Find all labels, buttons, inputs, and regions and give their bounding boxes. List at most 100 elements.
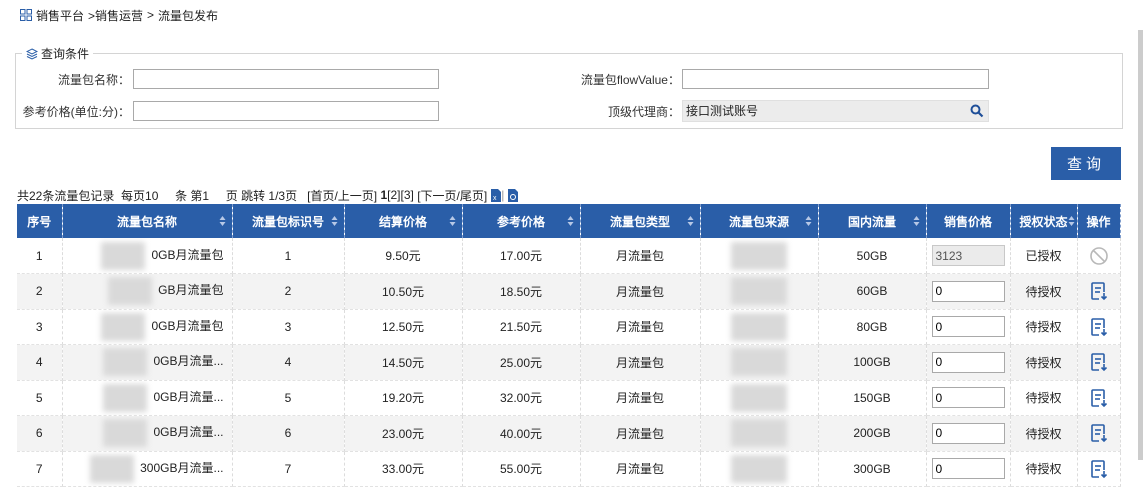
cell-type: 月流量包 <box>580 380 701 416</box>
cell-sale-price <box>926 415 1011 452</box>
cell-sale-price <box>926 451 1011 487</box>
col-domestic-flow[interactable]: 国内流量 <box>818 204 927 238</box>
sort-icon[interactable] <box>331 215 338 227</box>
sort-icon[interactable] <box>1068 215 1075 227</box>
sort-icon[interactable] <box>913 215 920 227</box>
cell-id: 4 <box>232 344 345 381</box>
sort-icon[interactable] <box>219 215 226 227</box>
col-auth-status[interactable]: 授权状态 <box>1010 204 1078 238</box>
cell-actions <box>1077 238 1121 274</box>
pager-current-page: 1 <box>380 188 388 202</box>
cell-settle-price: 12.50元 <box>344 309 463 345</box>
cell-source <box>700 380 819 416</box>
pager-jump[interactable]: 页 跳转 1/3页 <box>226 187 297 204</box>
redacted-block <box>101 312 146 341</box>
cell-type: 月流量包 <box>580 415 701 452</box>
cell-domestic-flow: 50GB <box>818 238 927 274</box>
ref-price-input[interactable] <box>133 101 439 121</box>
col-source[interactable]: 流量包来源 <box>700 204 819 238</box>
col-name[interactable]: 流量包名称 <box>62 204 233 238</box>
authorize-icon[interactable] <box>1089 352 1109 372</box>
cell-sale-price <box>926 238 1011 274</box>
cell-type: 月流量包 <box>580 273 701 310</box>
cell-name: 0GB月流量包 <box>62 238 233 274</box>
sort-icon[interactable] <box>687 215 694 227</box>
sale-price-input[interactable] <box>931 316 1005 338</box>
pager-page-links[interactable]: [2][3] <box>387 188 414 202</box>
query-legend-label: 查询条件 <box>41 47 90 61</box>
redacted-block <box>103 348 148 377</box>
scrollbar[interactable] <box>1138 30 1143 460</box>
col-ref-price[interactable]: 参考价格 <box>462 204 581 238</box>
pager-next-last[interactable]: [下一页/尾页] <box>417 187 487 204</box>
cell-settle-price: 9.50元 <box>344 238 463 274</box>
col-type[interactable]: 流量包类型 <box>580 204 701 238</box>
layers-icon <box>26 47 38 60</box>
cell-auth-status: 待授权 <box>1010 344 1078 381</box>
cell-id: 5 <box>232 380 345 416</box>
cell-sale-price <box>926 309 1011 345</box>
query-legend: 查询条件 <box>22 45 94 62</box>
redacted-block <box>731 383 787 412</box>
cell-source <box>700 451 819 487</box>
cell-ref-price: 32.00元 <box>462 380 581 416</box>
cell-domestic-flow: 300GB <box>818 451 927 487</box>
sort-icon[interactable] <box>449 215 456 227</box>
sale-price-input[interactable] <box>931 280 1005 302</box>
cell-sale-price <box>926 273 1011 310</box>
authorize-icon[interactable] <box>1089 388 1109 408</box>
cell-auth-status: 已授权 <box>1010 238 1078 274</box>
cell-actions <box>1077 451 1121 487</box>
cell-index: 2 <box>17 273 63 310</box>
authorize-icon[interactable] <box>1089 459 1109 479</box>
pager-total: 共22条流量包记录 <box>17 188 115 203</box>
pkg-name-input[interactable] <box>133 69 439 89</box>
redacted-block <box>731 241 787 270</box>
cell-type: 月流量包 <box>580 451 701 487</box>
breadcrumb-item-ops[interactable]: >销售运营 <box>88 7 143 24</box>
redacted-block <box>731 277 787 306</box>
flow-value-input[interactable] <box>682 69 989 89</box>
cell-type: 月流量包 <box>580 344 701 381</box>
cell-sale-price <box>926 380 1011 416</box>
authorize-icon[interactable] <box>1089 281 1109 301</box>
agent-value: 接口测试账号 <box>686 104 759 118</box>
cell-actions <box>1077 380 1121 416</box>
cell-source <box>700 273 819 310</box>
pager-first-prev[interactable]: [首页/上一页] <box>307 187 377 204</box>
redacted-block <box>90 454 135 483</box>
cell-domestic-flow: 200GB <box>818 415 927 452</box>
svg-text:x: x <box>493 195 497 202</box>
forbidden-icon[interactable] <box>1089 246 1109 266</box>
cell-index: 4 <box>17 344 63 381</box>
html-export-icon[interactable] <box>508 188 519 202</box>
table-row: 50GB月流量...519.20元32.00元月流量包150GB待授权 <box>17 380 1121 416</box>
authorize-icon[interactable] <box>1089 423 1109 443</box>
sale-price-input[interactable] <box>931 387 1005 409</box>
ref-price-label: 参考价格(单位:分)： <box>22 105 130 119</box>
cell-actions <box>1077 344 1121 381</box>
sort-icon[interactable] <box>567 215 574 227</box>
pager: 共22条流量包记录 每页10 条 第1 页 跳转 1/3页 [首页/上一页] 1… <box>17 187 519 204</box>
cell-source <box>700 344 819 381</box>
authorize-icon[interactable] <box>1089 317 1109 337</box>
sort-icon[interactable] <box>805 215 812 227</box>
col-id[interactable]: 流量包标识号 <box>232 204 345 238</box>
cell-settle-price: 14.50元 <box>344 344 463 381</box>
cell-sale-price <box>926 344 1011 381</box>
excel-export-icon[interactable]: x <box>491 188 502 202</box>
cell-id: 2 <box>232 273 345 310</box>
redacted-block <box>731 348 787 377</box>
sale-price-input[interactable] <box>931 422 1005 444</box>
redacted-block <box>108 277 153 306</box>
sale-price-input[interactable] <box>931 351 1005 373</box>
breadcrumb-item-platform[interactable]: 销售平台 <box>36 7 84 24</box>
query-button[interactable]: 查询 <box>1051 147 1121 180</box>
cell-id: 6 <box>232 415 345 452</box>
table-row: 7300GB月流量...733.00元55.00元月流量包300GB待授权 <box>17 451 1121 487</box>
col-settle-price[interactable]: 结算价格 <box>344 204 463 238</box>
sale-price-input[interactable] <box>931 458 1005 480</box>
breadcrumb: 销售平台 >销售运营 > 流量包发布 <box>20 7 218 23</box>
agent-field[interactable]: 接口测试账号 <box>682 100 989 122</box>
search-icon[interactable] <box>970 104 984 118</box>
